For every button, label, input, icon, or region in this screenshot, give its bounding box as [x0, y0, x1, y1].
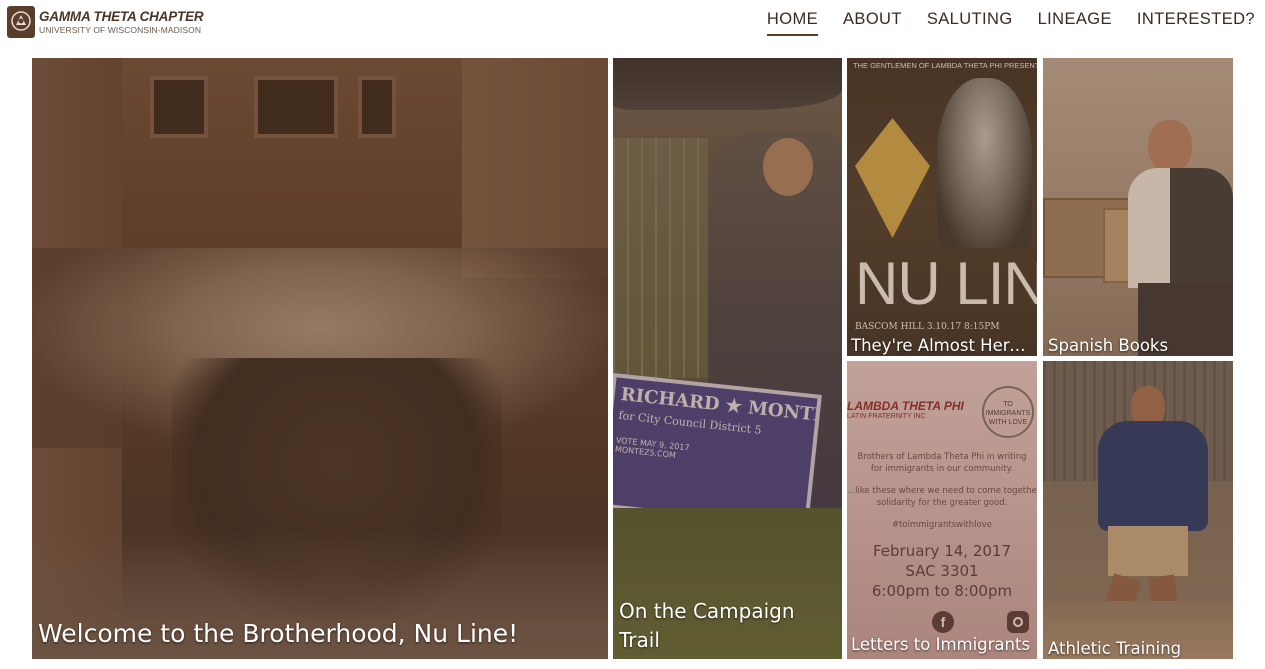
brand-title: GAMMA THETA CHAPTER	[39, 9, 204, 24]
crest-icon	[7, 6, 35, 38]
nav-about[interactable]: ABOUT	[843, 10, 902, 36]
tile-campaign[interactable]: RICHARD ★ MONTEZ for City Council Distri…	[613, 58, 842, 659]
tile-caption: Welcome to the Brotherhood, Nu Line!	[38, 619, 519, 648]
tile-caption: On the Campaign Trail	[619, 599, 795, 652]
brand-subtitle: UNIVERSITY OF WISCONSIN-MADISON	[39, 24, 202, 35]
nav-lineage[interactable]: LINEAGE	[1038, 10, 1112, 36]
brand-logo[interactable]: GAMMA THETA CHAPTER UNIVERSITY OF WISCON…	[7, 6, 204, 38]
nav-home[interactable]: HOME	[766, 10, 819, 36]
tile-spanish-books[interactable]: Spanish Books	[1043, 58, 1233, 356]
tile-caption: They're Almost Here...	[851, 336, 1031, 355]
nav-saluting[interactable]: SALUTING	[927, 10, 1013, 36]
tile-caption: Athletic Training	[1048, 639, 1182, 658]
tile-letters[interactable]: LAMBDA THETA PHI LATIN FRATERNITY INC TO…	[847, 361, 1037, 659]
tile-caption: Letters to Immigrants	[851, 635, 1031, 654]
tile-nu-line[interactable]: THE GENTLEMEN OF LAMBDA THETA PHI PRESEN…	[847, 58, 1037, 356]
main-nav: HOME ABOUT SALUTING LINEAGE INTERESTED?	[742, 10, 1255, 36]
brand-text: GAMMA THETA CHAPTER UNIVERSITY OF WISCON…	[39, 9, 204, 35]
tile-brotherhood[interactable]: Welcome to the Brotherhood, Nu Line!	[32, 58, 608, 659]
nav-interested[interactable]: INTERESTED?	[1137, 10, 1255, 36]
tile-caption: Spanish Books	[1048, 336, 1169, 355]
tile-athletic[interactable]: Athletic Training	[1043, 361, 1233, 659]
